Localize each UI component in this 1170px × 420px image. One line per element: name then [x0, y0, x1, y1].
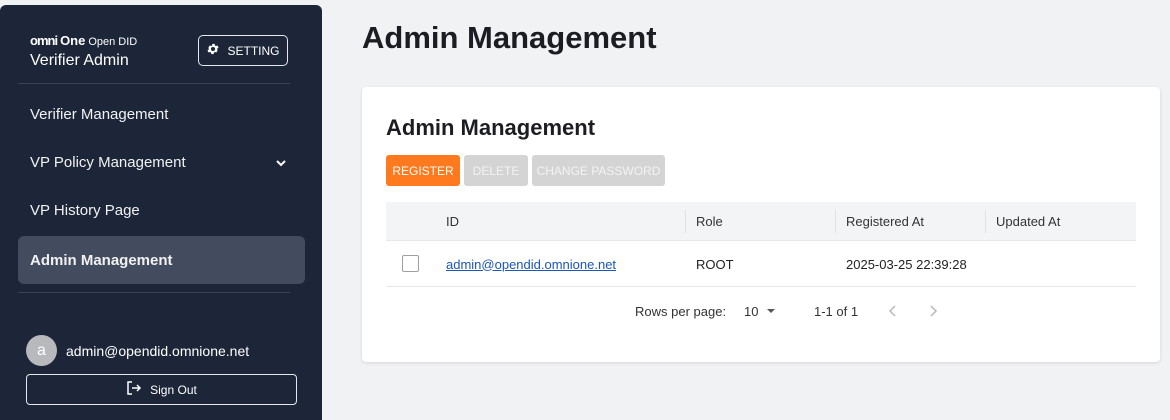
- register-button[interactable]: REGISTER: [386, 155, 460, 186]
- sidebar-item-admin-management[interactable]: Admin Management: [18, 236, 305, 284]
- column-header-id[interactable]: ID: [446, 202, 459, 241]
- sidebar: omni One Open DID Verifier Admin SETTING…: [0, 5, 322, 420]
- chevron-down-icon: [275, 156, 287, 168]
- table-header: ID Role Registered At Updated At: [386, 202, 1136, 241]
- column-header-role[interactable]: Role: [696, 202, 723, 241]
- logo-open: Open: [88, 36, 116, 48]
- table-row[interactable]: admin@opendid.omnione.net ROOT 2025-03-2…: [386, 241, 1136, 287]
- caret-down-icon: [766, 304, 776, 319]
- column-separator: [985, 210, 986, 233]
- column-header-updated-at[interactable]: Updated At: [996, 202, 1060, 241]
- sign-out-icon: [126, 380, 142, 399]
- rows-per-page-label: Rows per page:: [635, 303, 727, 319]
- gear-icon: [206, 42, 220, 59]
- rows-per-page-value: 10: [744, 303, 759, 319]
- sidebar-item-vp-policy-management[interactable]: VP Policy Management: [18, 138, 305, 186]
- admin-management-card: Admin Management REGISTER DELETE CHANGE …: [362, 87, 1160, 362]
- page-title: Admin Management: [362, 20, 657, 55]
- column-separator: [685, 210, 686, 233]
- sidebar-item-label: Admin Management: [30, 251, 173, 269]
- registered-at-cell: 2025-03-25 22:39:28: [846, 256, 967, 272]
- sidebar-divider: [18, 83, 290, 84]
- app-name: Verifier Admin: [30, 52, 129, 69]
- sidebar-item-label: VP Policy Management: [30, 153, 186, 171]
- brand: omni One Open DID Verifier Admin: [30, 33, 137, 70]
- admin-id-link[interactable]: admin@opendid.omnione.net: [446, 241, 616, 287]
- setting-label: SETTING: [227, 43, 280, 58]
- sidebar-item-label: VP History Page: [30, 201, 140, 219]
- sidebar-item-verifier-management[interactable]: Verifier Management: [18, 90, 305, 138]
- sign-out-button[interactable]: Sign Out: [26, 374, 297, 405]
- row-checkbox[interactable]: [402, 255, 419, 272]
- change-password-button[interactable]: CHANGE PASSWORD: [532, 155, 665, 186]
- logo-did: DID: [118, 36, 138, 48]
- card-title: Admin Management: [386, 115, 596, 140]
- column-separator: [835, 210, 836, 233]
- role-cell: ROOT: [696, 256, 734, 272]
- rows-per-page-select[interactable]: 10: [744, 299, 776, 323]
- pagination-range: 1-1 of 1: [814, 303, 859, 319]
- avatar: a: [26, 335, 57, 366]
- setting-button[interactable]: SETTING: [198, 35, 288, 66]
- logo-one: One: [60, 33, 86, 48]
- delete-button[interactable]: DELETE: [464, 155, 528, 186]
- sign-out-label: Sign Out: [150, 382, 197, 397]
- sidebar-item-label: Verifier Management: [30, 105, 169, 123]
- sidebar-divider: [18, 292, 290, 293]
- omnione-logo: omni One Open DID: [30, 33, 137, 48]
- sidebar-item-vp-history-page[interactable]: VP History Page: [18, 186, 305, 234]
- chevron-right-icon[interactable]: [926, 304, 940, 318]
- logo-mark: omni: [30, 33, 58, 48]
- column-header-registered-at[interactable]: Registered At: [846, 202, 924, 241]
- chevron-left-icon[interactable]: [886, 304, 900, 318]
- user-info: a admin@opendid.omnione.net: [26, 335, 249, 366]
- user-email: admin@opendid.omnione.net: [66, 342, 250, 359]
